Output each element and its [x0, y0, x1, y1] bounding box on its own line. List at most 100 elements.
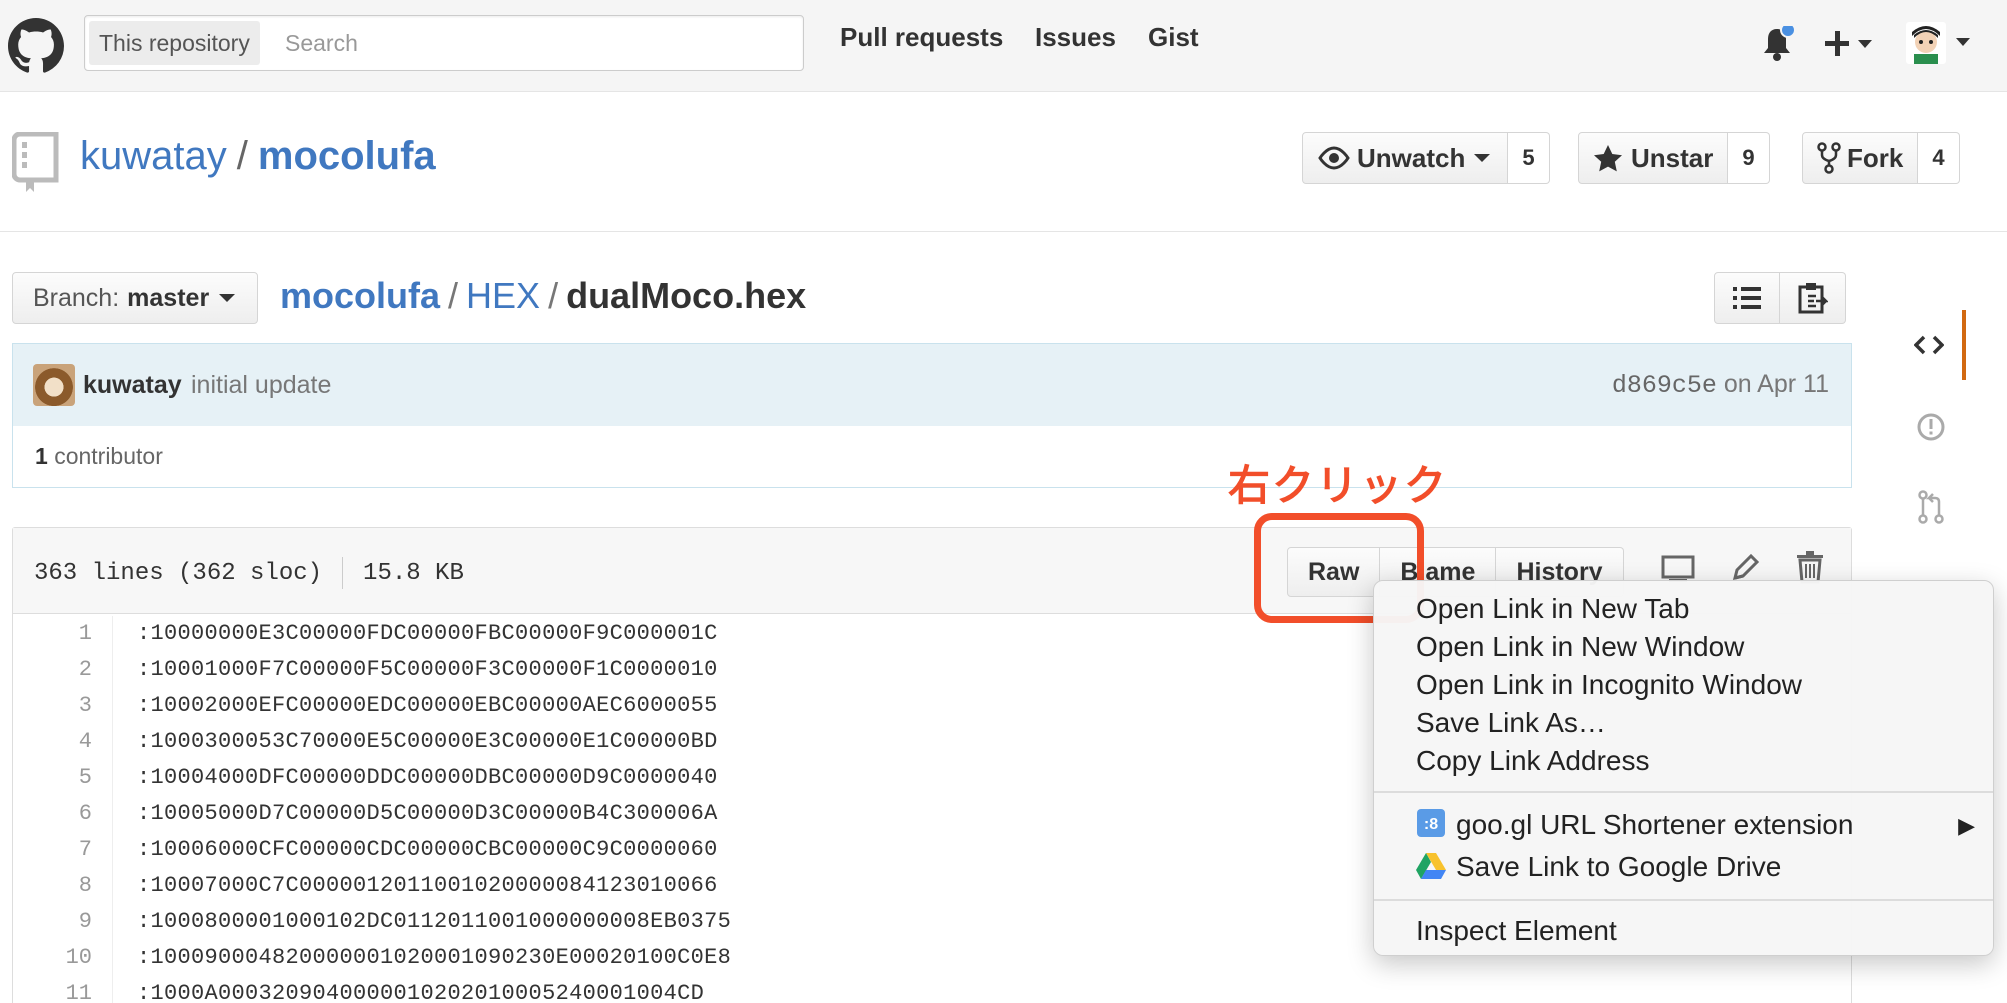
repo-title: kuwatay / mocolufa: [80, 134, 436, 179]
trashcan-icon[interactable]: [1795, 550, 1825, 584]
file-line-count: 363 lines (362 sloc): [34, 559, 323, 587]
ctx-copy-link-address[interactable]: Copy Link Address: [1416, 745, 1649, 777]
contributors-label: contributor: [54, 443, 163, 469]
file-tools: [1714, 272, 1846, 324]
unwatch-label: Unwatch: [1357, 142, 1466, 173]
ctx-save-link-as[interactable]: Save Link As…: [1416, 707, 1606, 739]
annotation-label: 右クリック: [1228, 462, 1449, 509]
line-content: :100090004820000001020001090230E00020100…: [137, 945, 732, 970]
line-content: :10006000CFC00000CDC00000CBC00000C9C0000…: [137, 837, 718, 862]
repo-owner-link[interactable]: kuwatay: [80, 134, 227, 178]
ctx-separator: [1374, 899, 1993, 901]
line-number[interactable]: 1: [13, 616, 113, 652]
googl-extension-icon: :8: [1417, 809, 1445, 837]
context-menu: Open Link in New Tab Open Link in New Wi…: [1373, 580, 1994, 956]
breadcrumb-separator: /: [548, 275, 559, 316]
line-content: :10000000E3C00000FDC00000FBC00000F9C0000…: [137, 621, 718, 646]
nav-pull-requests[interactable]: Pull requests: [840, 22, 1003, 53]
code-icon: [1914, 335, 1944, 355]
star-button-group: Unstar 9: [1578, 132, 1770, 184]
branch-selector[interactable]: Branch: master: [12, 272, 259, 324]
chevron-down-icon: [1474, 154, 1491, 162]
line-content: :1000A0003209040000010202010005240001004…: [137, 981, 705, 1003]
desktop-icon[interactable]: [1661, 555, 1695, 583]
line-number[interactable]: 10: [13, 940, 113, 976]
line-number[interactable]: 8: [13, 868, 113, 904]
search-input[interactable]: [285, 22, 785, 64]
line-content: :10005000D7C00000D5C00000D3C00000B4C3000…: [137, 801, 718, 826]
issue-opened-icon: [1917, 413, 1945, 441]
breadcrumb-dir-link[interactable]: HEX: [466, 275, 540, 316]
ctx-open-new-tab[interactable]: Open Link in New Tab: [1416, 593, 1689, 625]
contributors-bar[interactable]: 1 contributor: [12, 426, 1852, 488]
line-number[interactable]: 7: [13, 832, 113, 868]
plus-dropdown-icon[interactable]: [1822, 26, 1878, 62]
ctx-open-incognito[interactable]: Open Link in Incognito Window: [1416, 669, 1802, 701]
ctx-googl-extension[interactable]: goo.gl URL Shortener extension: [1456, 809, 1853, 841]
code-line: 11 :1000A00032090400000102020100052400010…: [13, 976, 1851, 1003]
line-number[interactable]: 2: [13, 652, 113, 688]
line-number[interactable]: 6: [13, 796, 113, 832]
repo-name-link[interactable]: mocolufa: [258, 134, 436, 178]
repo-title-separator: /: [236, 134, 248, 178]
unstar-label: Unstar: [1631, 142, 1714, 173]
ctx-inspect-element[interactable]: Inspect Element: [1416, 915, 1617, 947]
git-pull-request-icon: [1918, 490, 1944, 524]
breadcrumb-root-link[interactable]: mocolufa: [280, 275, 440, 316]
ctx-open-new-window[interactable]: Open Link in New Window: [1416, 631, 1744, 663]
star-icon: [1594, 145, 1622, 172]
fork-count[interactable]: 4: [1918, 132, 1960, 184]
notification-bell-icon[interactable]: [1760, 26, 1794, 62]
star-count[interactable]: 9: [1728, 132, 1770, 184]
repo-book-icon: [12, 132, 59, 192]
site-header: This repository Pull requests Issues Gis…: [0, 0, 2007, 92]
google-drive-icon: [1416, 853, 1446, 879]
line-content: :10004000DFC00000DDC00000DBC00000D9C0000…: [137, 765, 718, 790]
line-number[interactable]: 3: [13, 688, 113, 724]
nav-pull-requests-side[interactable]: [1896, 472, 1966, 542]
submenu-arrow-icon: ▶: [1958, 813, 1975, 838]
file-size: 15.8 KB: [363, 559, 464, 587]
branch-prefix: Branch:: [33, 283, 120, 312]
pencil-icon[interactable]: [1731, 552, 1761, 582]
clipboard-icon: [1798, 283, 1828, 314]
search-scope-label[interactable]: This repository: [89, 21, 260, 65]
github-logo-icon[interactable]: [8, 18, 64, 74]
svg-text::8: :8: [1424, 816, 1438, 833]
line-number[interactable]: 11: [13, 976, 113, 1003]
unstar-button[interactable]: Unstar: [1578, 132, 1729, 184]
line-content: :10001000F7C00000F5C00000F3C00000F1C0000…: [137, 657, 718, 682]
nav-gist[interactable]: Gist: [1148, 22, 1199, 53]
fork-button-group: Fork 4: [1802, 132, 1960, 184]
line-content: :1000800001000102DC0112011001000000008EB…: [137, 909, 732, 934]
fork-label: Fork: [1847, 142, 1904, 173]
repo-header: kuwatay / mocolufa Unwatch 5 Unstar 9 Fo…: [0, 92, 2007, 232]
nav-issues[interactable]: Issues: [1035, 22, 1116, 53]
line-number[interactable]: 4: [13, 724, 113, 760]
fork-icon: [1817, 142, 1841, 174]
line-number[interactable]: 9: [13, 904, 113, 940]
nav-code[interactable]: [1896, 310, 1966, 380]
line-number[interactable]: 5: [13, 760, 113, 796]
author-avatar[interactable]: [33, 364, 75, 406]
user-avatar-dropdown[interactable]: [1904, 20, 1976, 66]
contributors-count: 1: [35, 443, 48, 469]
breadcrumb-separator: /: [448, 275, 459, 316]
nav-issues-side[interactable]: [1896, 392, 1966, 462]
watch-count[interactable]: 5: [1508, 132, 1550, 184]
find-file-button[interactable]: [1714, 272, 1780, 324]
commit-author-link[interactable]: kuwatay: [83, 371, 182, 400]
fork-button[interactable]: Fork: [1802, 132, 1919, 184]
file-info-divider: [342, 557, 344, 589]
ctx-save-to-drive[interactable]: Save Link to Google Drive: [1456, 851, 1781, 883]
commit-message-link[interactable]: initial update: [191, 371, 331, 400]
commit-date: on Apr 11: [1723, 370, 1829, 398]
ctx-separator: [1374, 791, 1993, 793]
unwatch-button[interactable]: Unwatch: [1302, 132, 1509, 184]
commit-tease: kuwatay initial update d869c5e on Apr 11: [12, 343, 1852, 427]
copy-path-button[interactable]: [1780, 272, 1846, 324]
file-breadcrumb: mocolufa / HEX / dualMoco.hex: [280, 275, 806, 317]
commit-sha-info: d869c5e on Apr 11: [1612, 370, 1829, 400]
commit-sha-link[interactable]: d869c5e: [1612, 371, 1717, 400]
search-box[interactable]: This repository: [84, 15, 804, 71]
